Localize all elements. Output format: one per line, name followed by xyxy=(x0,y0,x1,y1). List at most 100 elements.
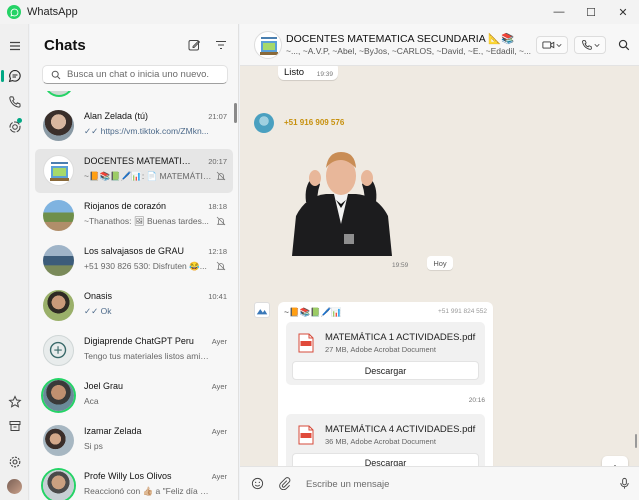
phone-icon xyxy=(582,40,592,50)
document-name: MATEMÁTICA 4 ACTIVIDADES.pdf xyxy=(325,424,476,435)
message-input[interactable] xyxy=(306,476,606,492)
whatsapp-logo-icon xyxy=(7,5,21,19)
message-time: 19:59 xyxy=(392,262,409,269)
muted-icon xyxy=(216,261,226,271)
voice-call-button[interactable] xyxy=(574,36,606,54)
emoji-icon[interactable] xyxy=(251,477,264,490)
new-chat-icon[interactable] xyxy=(187,38,201,52)
maximize-button[interactable]: ☐ xyxy=(575,0,607,24)
chat-time: Ayer xyxy=(211,427,227,436)
attach-icon[interactable] xyxy=(278,477,291,490)
group-members: ~..., ~A.V.P, ~Abel, ~ByJos, ~CARLOS, ~D… xyxy=(286,46,531,56)
avatar xyxy=(43,290,74,321)
chat-time: 18:18 xyxy=(208,202,227,211)
chat-preview: Si ps xyxy=(84,441,103,451)
document-meta: 27 MB, Adobe Acrobat Document xyxy=(325,345,436,354)
chat-row-izamar-zelada[interactable]: Izamar Zelada Ayer Si ps xyxy=(35,419,233,463)
avatar xyxy=(43,425,74,456)
conversation-header[interactable]: DOCENTES MATEMATICA SECUNDARIA 📐📚 ~..., … xyxy=(240,24,639,66)
conversation-panel: DOCENTES MATEMATICA SECUNDARIA 📐📚 ~..., … xyxy=(240,24,639,500)
search-box[interactable] xyxy=(42,65,228,84)
chat-list-panel: Chats Alan Zelada (tú) 21:07 ✓✓ https://… xyxy=(30,24,239,500)
chat-row-joel-grau[interactable]: Joel Grau Ayer Aca xyxy=(35,374,233,418)
conversation-scrollbar[interactable] xyxy=(635,434,637,448)
active-indicator xyxy=(1,70,4,82)
chat-time: Ayer xyxy=(211,337,227,346)
settings-icon[interactable] xyxy=(7,454,22,469)
partial-avatar xyxy=(44,91,74,97)
sender-phone: +51 991 824 552 xyxy=(438,308,487,315)
app-title: WhatsApp xyxy=(27,6,78,18)
avatar xyxy=(43,335,74,366)
sticker-image[interactable] xyxy=(286,138,396,256)
profile-avatar[interactable] xyxy=(7,479,22,494)
group-avatar[interactable] xyxy=(254,31,282,59)
document-card[interactable]: MATEMÁTICA 1 ACTIVIDADES.pdf 27 MB, Adob… xyxy=(286,322,485,385)
message-text: Listo xyxy=(284,67,305,78)
video-camera-icon xyxy=(542,41,555,49)
chat-name: Los salvajasos de GRAU xyxy=(84,246,185,256)
chat-list-scrollbar[interactable] xyxy=(234,103,237,123)
sender-phone: +51 916 909 576 xyxy=(284,118,345,127)
download-button[interactable]: Descargar xyxy=(292,361,479,380)
search-icon xyxy=(51,70,61,79)
document-card[interactable]: MATEMÁTICA 4 ACTIVIDADES.pdf 36 MB, Adob… xyxy=(286,414,485,466)
muted-icon xyxy=(216,216,226,226)
chat-time: Ayer xyxy=(211,382,227,391)
chat-time: Ayer xyxy=(211,472,227,481)
chat-row-profe-willy[interactable]: Profe Willy Los Olivos Ayer Reaccionó co… xyxy=(35,464,233,500)
chat-name: DOCENTES MATEMATICA... xyxy=(84,156,194,166)
chat-time: 10:41 xyxy=(208,292,227,301)
avatar xyxy=(43,470,74,500)
avatar xyxy=(43,245,74,276)
chat-preview: ✓✓ Ok xyxy=(84,306,112,316)
avatar xyxy=(43,380,74,411)
chevron-down-icon xyxy=(556,43,562,48)
archive-icon[interactable] xyxy=(7,418,22,433)
chats-icon[interactable] xyxy=(7,68,22,83)
close-window-button[interactable]: ✕ xyxy=(607,0,639,24)
chat-row-alan-zelada[interactable]: Alan Zelada (tú) 21:07 ✓✓ https://vm.tik… xyxy=(35,104,233,148)
message-area: Listo 19:39 +51 916 909 576 19:59 Hoy ~📙… xyxy=(240,66,639,466)
muted-icon xyxy=(216,171,226,181)
status-unread-dot xyxy=(17,118,22,123)
chat-row-docentes-matematica[interactable]: DOCENTES MATEMATICA... 20:17 ~📙📚📗🖊️📊: 📄 … xyxy=(35,149,233,193)
sender-name: ~📙📚📗🖊️📊 xyxy=(284,307,342,317)
chat-preview: ✓✓ https://vm.tiktok.com/ZMkn... xyxy=(84,126,209,136)
chat-row-salvajasos-grau[interactable]: Los salvajasos de GRAU 12:18 +51 930 826… xyxy=(35,239,233,283)
video-call-button[interactable] xyxy=(536,36,568,54)
sender-avatar[interactable] xyxy=(254,302,270,318)
message-time: 20:16 xyxy=(468,397,485,404)
chat-time: 20:17 xyxy=(208,157,227,166)
document-name: MATEMÁTICA 1 ACTIVIDADES.pdf xyxy=(325,332,476,343)
message-time: 19:39 xyxy=(316,71,333,78)
message-bubble: Listo 19:39 xyxy=(278,66,338,80)
document-message-bubble: ~📙📚📗🖊️📊 +51 991 824 552 MATEMÁTICA 1 ACT… xyxy=(278,302,493,466)
chat-name: Izamar Zelada xyxy=(84,426,142,436)
chat-rows: Alan Zelada (tú) 21:07 ✓✓ https://vm.tik… xyxy=(30,91,239,500)
chat-time: 12:18 xyxy=(208,247,227,256)
chat-row-onasis[interactable]: Onasis 10:41 ✓✓ Ok xyxy=(35,284,233,328)
day-separator: Hoy xyxy=(427,256,453,270)
chat-preview: Tengo tus materiales listos amig... xyxy=(84,351,212,361)
chat-row-riojanos[interactable]: Riojanos de corazón 18:18 ~Thanathos: 🖼 … xyxy=(35,194,233,238)
microphone-icon[interactable] xyxy=(618,477,631,490)
search-chat-icon[interactable] xyxy=(618,39,630,51)
title-bar: WhatsApp — ☐ ✕ xyxy=(0,0,639,24)
chat-preview: ~Thanathos: 🖼 Buenas tardes... xyxy=(84,216,209,226)
scroll-to-bottom-button[interactable] xyxy=(602,456,628,466)
sender-avatar[interactable] xyxy=(254,113,274,133)
chevron-down-icon xyxy=(594,43,600,48)
chat-preview: +51 930 826 530: Disfruten 😂... xyxy=(84,261,207,271)
starred-icon[interactable] xyxy=(7,394,22,409)
calls-icon[interactable] xyxy=(7,94,22,109)
chats-title: Chats xyxy=(44,37,86,54)
nav-rail xyxy=(0,24,29,500)
menu-icon[interactable] xyxy=(7,38,22,53)
search-input[interactable] xyxy=(67,69,217,80)
download-button[interactable]: Descargar xyxy=(292,453,479,466)
minimize-button[interactable]: — xyxy=(543,0,575,24)
chat-name: Digiaprende ChatGPT Peru xyxy=(84,336,194,346)
chat-row-digiaprende[interactable]: Digiaprende ChatGPT Peru Ayer Tengo tus … xyxy=(35,329,233,373)
filter-icon[interactable] xyxy=(214,38,228,52)
